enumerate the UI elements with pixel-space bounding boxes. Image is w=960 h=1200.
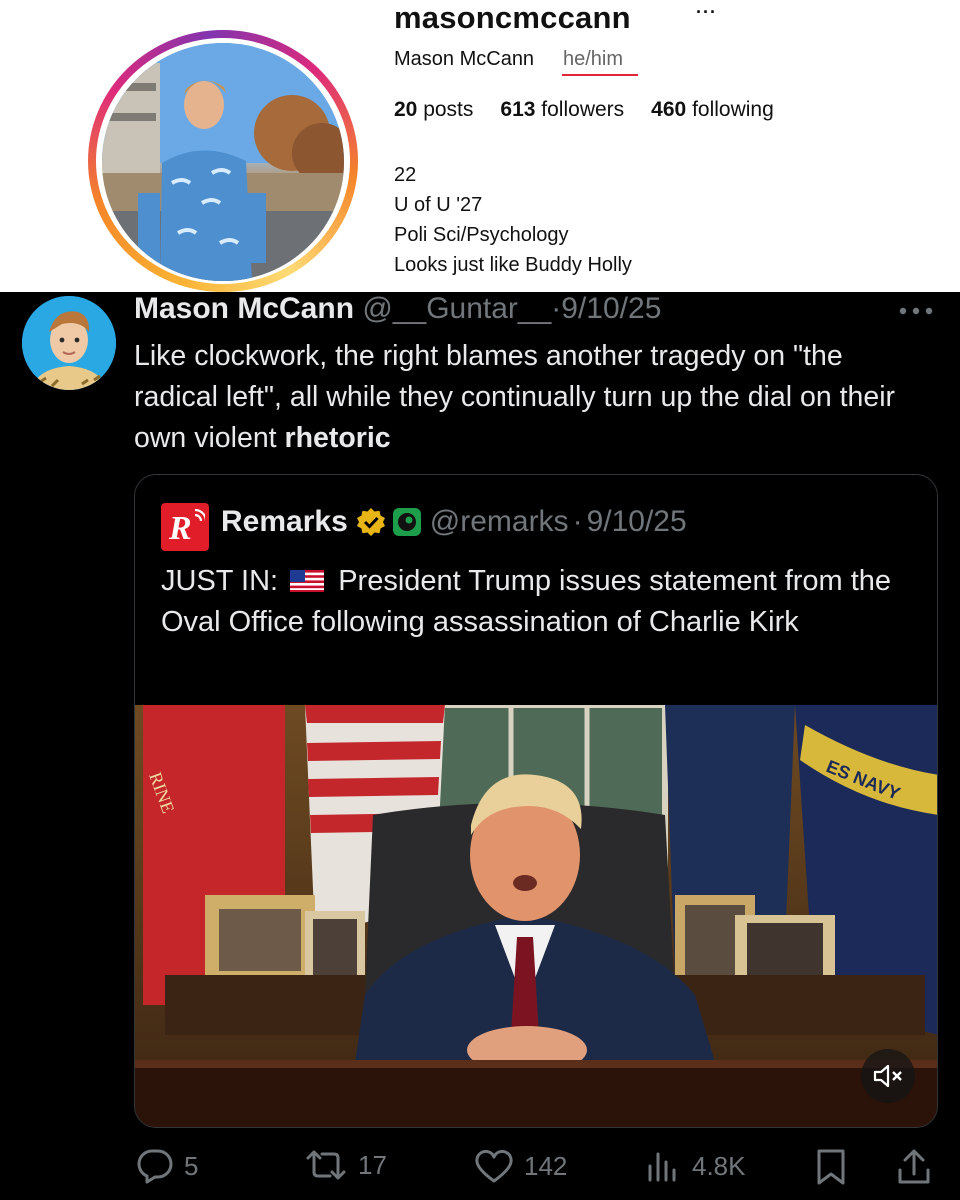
more-icon[interactable]: ··· — [696, 2, 717, 23]
mute-button[interactable] — [861, 1049, 915, 1103]
quoted-author-handle[interactable]: @remarks — [430, 505, 569, 539]
following-label: following — [692, 98, 774, 121]
tweet-author-name[interactable]: Mason McCann — [134, 292, 354, 325]
profile-avatar[interactable] — [102, 43, 344, 281]
bookmark-button[interactable] — [814, 1148, 848, 1186]
avatar-photo — [22, 296, 116, 390]
bookmark-icon — [817, 1149, 845, 1185]
views-icon — [648, 1152, 676, 1182]
tweet-author-handle[interactable]: @__Guntar__ — [362, 292, 551, 325]
like-button[interactable]: 142 — [474, 1148, 567, 1184]
following-count: 460 — [651, 98, 687, 121]
tweet-action-bar: 5 17 142 4.8K — [0, 1140, 960, 1192]
followers-label: followers — [541, 98, 625, 121]
affiliate-badge-icon[interactable] — [392, 507, 422, 537]
reply-button[interactable]: 5 — [136, 1148, 198, 1184]
quoted-date-separator: · — [572, 505, 583, 538]
profile-full-name: Mason McCann — [394, 48, 535, 70]
mute-icon — [873, 1064, 902, 1088]
svg-text:R: R — [168, 510, 192, 547]
bio-line: Poli Sci/Psychology — [394, 224, 569, 246]
profile-bio: 22 U of U '27 Poli Sci/Psychology Looks … — [394, 160, 632, 280]
avatar-photo — [102, 43, 344, 281]
profile-pronouns: he/him — [563, 48, 624, 70]
quoted-tweet-header: Remarks @remarks · 9/10/25 — [221, 505, 687, 539]
quoted-date[interactable]: 9/10/25 — [587, 505, 687, 539]
more-icon[interactable] — [898, 296, 934, 322]
tweet-header: Mason McCann @__Guntar__·9/10/25 — [134, 292, 661, 326]
bio-line: U of U '27 — [394, 194, 483, 216]
profile-stats: 20 posts 613 followers 460 following — [394, 98, 774, 122]
views-count: 4.8K — [692, 1150, 746, 1181]
followers-count: 613 — [500, 98, 536, 121]
repost-button[interactable]: 17 — [304, 1148, 387, 1182]
bio-line: Looks just like Buddy Holly — [394, 254, 632, 276]
spellcheck-underline — [562, 74, 638, 76]
reply-count: 5 — [184, 1150, 199, 1181]
following-stat[interactable]: 460 following — [651, 98, 774, 122]
like-icon — [475, 1149, 513, 1183]
bio-line: 22 — [394, 164, 417, 186]
quoted-author-name[interactable]: Remarks — [221, 505, 348, 539]
quoted-tweet[interactable]: R Remarks @remarks · 9/10/25 JUST IN: Pres… — [134, 474, 938, 1128]
repost-icon — [306, 1150, 346, 1180]
us-flag-icon — [290, 570, 325, 592]
remarks-logo[interactable]: R — [161, 503, 209, 551]
reply-icon — [137, 1149, 173, 1184]
tweet-author-avatar[interactable] — [22, 296, 116, 390]
posts-stat[interactable]: 20 posts — [394, 98, 473, 122]
posts-count: 20 — [394, 98, 418, 121]
views-button[interactable]: 4.8K — [646, 1148, 746, 1184]
tweet-text: Like clockwork, the right blames another… — [134, 336, 934, 459]
like-count: 142 — [524, 1150, 568, 1181]
quoted-tweet-text: JUST IN: President Trump issues statemen… — [161, 561, 901, 643]
quoted-video[interactable]: ES NAVY RINE — [135, 705, 937, 1127]
tweet-date-separator: · — [551, 292, 562, 325]
tweet-date[interactable]: 9/10/25 — [561, 292, 661, 325]
instagram-profile-header: masoncmccann ··· Mason McCann he/him 20 … — [0, 0, 960, 292]
tweet-text-bold: rhetoric — [284, 422, 391, 454]
share-button[interactable] — [896, 1148, 932, 1186]
posts-label: posts — [423, 98, 474, 121]
quoted-text-prefix: JUST IN: — [161, 565, 279, 597]
verified-badge-icon[interactable] — [356, 507, 386, 537]
tweet-text-main: Like clockwork, the right blames another… — [134, 340, 896, 454]
video-frame: ES NAVY RINE — [135, 705, 937, 1127]
profile-username: masoncmccann — [394, 0, 631, 35]
followers-stat[interactable]: 613 followers — [500, 98, 624, 122]
repost-count: 17 — [358, 1149, 387, 1180]
share-icon — [898, 1149, 930, 1184]
